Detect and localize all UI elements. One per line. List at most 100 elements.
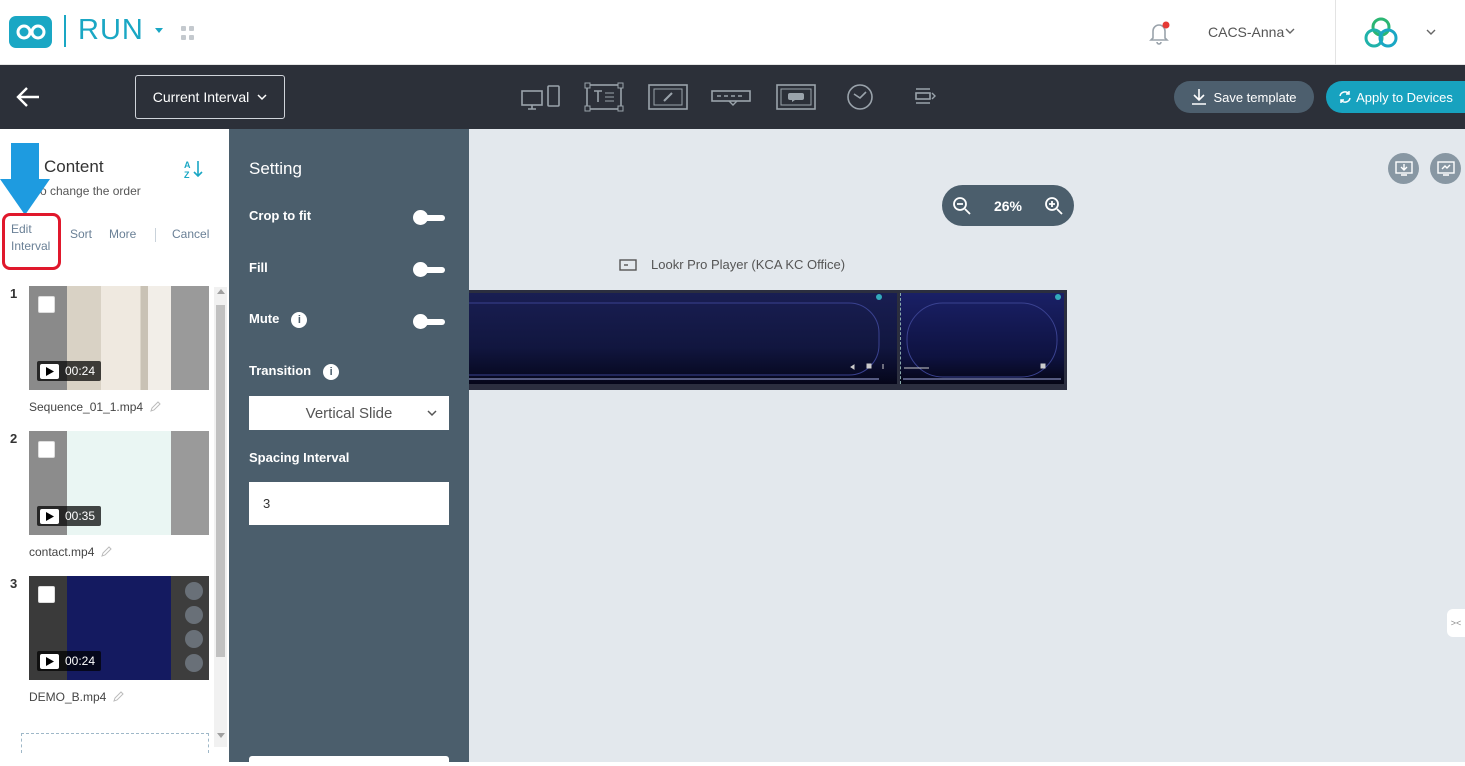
draw-canvas-icon[interactable]	[648, 82, 688, 112]
top-header: RUN CACS-Anna	[0, 0, 1465, 65]
duplicate-icon[interactable]	[185, 606, 203, 624]
svg-text:A: A	[184, 160, 191, 170]
sort-az-icon[interactable]: AZ	[183, 159, 205, 180]
edit-pencil-icon[interactable]	[100, 546, 113, 558]
transition-label: Transition	[249, 363, 312, 378]
item-index: 3	[10, 576, 18, 591]
play-icon	[40, 508, 59, 524]
app-logo-icon[interactable]	[9, 16, 52, 48]
cancel-button[interactable]: Cancel	[172, 227, 209, 241]
sync-icon	[1339, 91, 1351, 103]
schedule-icon[interactable]	[185, 654, 203, 672]
fill-toggle[interactable]	[413, 262, 445, 277]
app-grid-icon[interactable]	[181, 26, 195, 40]
info-icon[interactable]: i	[291, 311, 308, 328]
apply-to-devices-button[interactable]: Apply to Devices	[1326, 81, 1465, 113]
item-filename: contact.mp4	[29, 545, 113, 559]
zoom-control: 26%	[942, 185, 1074, 226]
edit-interval-button[interactable]: Edit Interval	[2, 213, 61, 270]
current-interval-dropdown[interactable]: Current Interval	[135, 75, 285, 119]
spacing-interval-input[interactable]	[249, 482, 449, 525]
video-zone-main[interactable]	[469, 293, 897, 384]
scroll-down-arrow-icon[interactable]	[217, 733, 225, 738]
settings-title: Setting	[249, 159, 302, 178]
scrollbar-thumb[interactable]	[216, 305, 225, 657]
align-layout-icon[interactable]	[912, 82, 936, 112]
item-filename: Sequence_01_1.mp4	[29, 400, 161, 414]
mute-toggle[interactable]	[413, 314, 445, 329]
user-name[interactable]: CACS-Anna	[1208, 24, 1284, 40]
play-icon	[40, 653, 59, 669]
preview-canvas: 26% Lookr Pro Player (KCA KC Office) ><	[469, 129, 1465, 762]
add-content-dropzone[interactable]	[21, 733, 209, 753]
organization-menu-chevron-icon[interactable]	[1425, 25, 1437, 37]
edit-pencil-icon[interactable]	[149, 401, 161, 413]
actions-divider	[155, 228, 156, 242]
preview-screen-icon[interactable]	[1430, 153, 1461, 184]
annotation-arrow-icon	[0, 143, 56, 215]
clock-icon[interactable]	[846, 82, 874, 112]
item-checkbox[interactable]	[38, 441, 55, 458]
fill-label: Fill	[249, 260, 268, 275]
item-checkbox[interactable]	[38, 586, 55, 603]
chevron-down-icon	[427, 410, 437, 417]
app-dropdown-caret-icon[interactable]	[155, 28, 163, 33]
collapse-panel-handle[interactable]: ><	[1447, 609, 1465, 637]
video-thumbnail[interactable]: 00:24	[29, 286, 209, 390]
device-layout-icon[interactable]	[521, 82, 563, 112]
user-menu-chevron-icon[interactable]	[1284, 24, 1296, 36]
current-interval-label: Current Interval	[152, 89, 250, 105]
duration-text: 00:35	[65, 509, 96, 523]
ticker-icon[interactable]	[711, 82, 751, 112]
item-action-icons	[185, 582, 205, 672]
content-item: 3 00:24 DEMO_B.mp4	[0, 576, 212, 711]
more-button[interactable]: More	[109, 227, 136, 241]
crop-to-fit-toggle[interactable]	[413, 210, 445, 225]
filename-text: contact.mp4	[29, 545, 95, 559]
replace-icon[interactable]	[185, 630, 203, 648]
organization-logo-icon[interactable]	[1360, 16, 1402, 50]
sort-button[interactable]: Sort	[70, 227, 92, 241]
crop-to-fit-label: Crop to fit	[249, 208, 312, 223]
content-item: 2 00:35 contact.mp4	[0, 431, 212, 566]
download-screen-icon[interactable]	[1388, 153, 1419, 184]
duration-badge: 00:24	[37, 651, 102, 671]
edit-pencil-icon[interactable]	[112, 691, 125, 703]
transition-value: Vertical Slide	[305, 404, 393, 422]
transition-select[interactable]: Vertical Slide	[249, 396, 449, 430]
logo-separator	[64, 15, 66, 47]
filename-text: DEMO_B.mp4	[29, 690, 107, 704]
play-icon	[40, 363, 59, 379]
save-template-button[interactable]: Save template	[1174, 81, 1314, 113]
duration-text: 00:24	[65, 654, 96, 668]
zoom-out-icon[interactable]	[952, 196, 972, 216]
transition-row: Transition i	[249, 363, 340, 380]
content-panel: Content o change the order AZ Edit Inter…	[0, 129, 229, 762]
scroll-up-arrow-icon[interactable]	[217, 289, 225, 294]
video-thumbnail[interactable]: 00:24	[29, 576, 209, 680]
notification-bell-icon[interactable]	[1147, 20, 1171, 46]
screen-preview[interactable]	[469, 290, 1067, 390]
mute-row: Mute i	[249, 311, 308, 328]
zoom-in-icon[interactable]	[1044, 196, 1064, 216]
delete-icon[interactable]	[185, 582, 203, 600]
text-box-icon[interactable]	[584, 82, 624, 112]
player-name-text: Lookr Pro Player (KCA KC Office)	[651, 257, 846, 272]
content-actions-bar: Edit Interval Sort More Cancel	[0, 213, 229, 270]
apply-to-devices-label: Apply to Devices	[1356, 89, 1453, 105]
content-item: 1 00:24 Sequence_01_1.mp4	[0, 286, 212, 421]
item-filename: DEMO_B.mp4	[29, 690, 125, 704]
download-icon	[1192, 89, 1207, 105]
back-arrow-icon[interactable]	[15, 85, 41, 109]
message-icon[interactable]	[776, 82, 816, 112]
settings-next-field[interactable]	[249, 756, 449, 766]
video-zone-secondary[interactable]	[900, 293, 1064, 384]
info-icon[interactable]: i	[323, 363, 340, 380]
duration-badge: 00:24	[37, 361, 102, 381]
save-template-label: Save template	[1213, 89, 1297, 105]
settings-panel: Setting Crop to fit Fill Mute i Transitio…	[229, 129, 469, 766]
app-name[interactable]: RUN	[78, 14, 144, 47]
filename-text: Sequence_01_1.mp4	[29, 400, 144, 414]
item-checkbox[interactable]	[38, 296, 55, 313]
video-thumbnail[interactable]: 00:35	[29, 431, 209, 535]
